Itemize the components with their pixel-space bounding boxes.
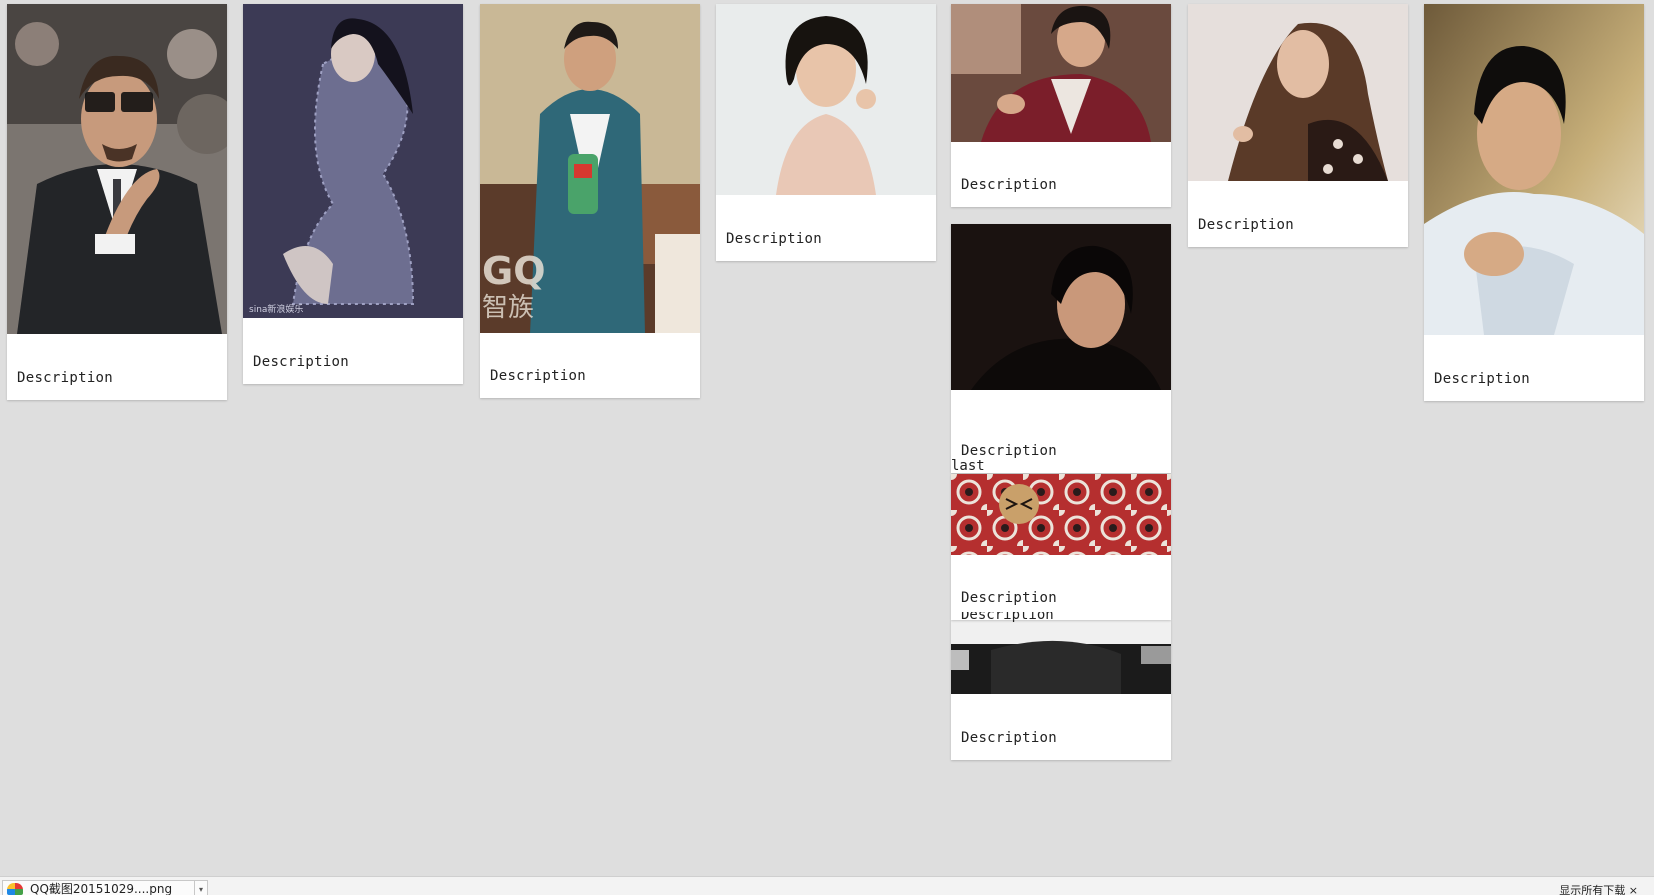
woman-short-hair-photo [716, 4, 936, 195]
card-caption: Description [490, 368, 587, 384]
gallery-card[interactable]: Description [951, 224, 1171, 473]
card-photo: GQ 智族 [480, 4, 700, 333]
gq-chinese-watermark: 智族 [482, 293, 534, 323]
card-caption: Description [961, 443, 1058, 459]
gallery-card[interactable]: Description [951, 4, 1171, 207]
card-caption: Description [961, 590, 1058, 606]
qq-screenshot-file-icon [7, 882, 23, 895]
overlapped-caption: Description [961, 612, 1054, 623]
card-photo [716, 4, 936, 195]
download-bar: QQ截图20151029....png ▾ 显示所有下载 × [0, 876, 1654, 895]
show-all-downloads-link[interactable]: 显示所有下载 × [1559, 882, 1638, 895]
dark-partial-photo [951, 620, 1171, 694]
gallery-page: Description sina新浪娱乐 Description GQ 智族 D… [0, 0, 1654, 895]
card-caption: Description [1198, 217, 1295, 233]
card-caption: Description [1434, 371, 1531, 387]
card-caption: Description [961, 177, 1058, 193]
card-caption: Description [726, 231, 823, 247]
card-caption: Description [961, 730, 1058, 746]
card-caption: Description [253, 354, 350, 370]
card-photo [1188, 4, 1408, 181]
woman-lace-dress-photo: sina新浪娱乐 [243, 4, 463, 318]
gallery-card[interactable]: Description [716, 4, 936, 261]
gallery-card[interactable]: Description [7, 4, 227, 400]
gallery-card[interactable]: Description [951, 620, 1171, 760]
card-photo [951, 620, 1171, 694]
card-photo [951, 224, 1171, 390]
card-photo [951, 4, 1171, 142]
man-white-shirt-photo [1424, 4, 1644, 335]
download-filename: QQ截图20151029....png [30, 882, 173, 895]
gallery-card[interactable]: Description [1188, 4, 1408, 247]
last-label: last [951, 458, 985, 474]
card-caption: Description [17, 370, 114, 386]
man-teal-coat-photo: GQ 智族 [480, 4, 700, 333]
card-photo [7, 4, 227, 334]
sina-watermark: sina新浪娱乐 [249, 303, 303, 315]
woman-long-hair-photo [1188, 4, 1408, 181]
tiger-pattern-fabric-photo [951, 474, 1171, 555]
download-item[interactable]: QQ截图20151029....png ▾ [2, 880, 208, 895]
card-photo: sina新浪娱乐 [243, 4, 463, 318]
chevron-down-icon[interactable]: ▾ [194, 881, 207, 895]
man-red-jacket-photo [951, 4, 1171, 142]
man-dark-background-photo [951, 224, 1171, 390]
gq-watermark: GQ [482, 249, 546, 293]
card-photo [1424, 4, 1644, 335]
gallery-card[interactable]: Description [1424, 4, 1644, 401]
man-in-suit-photo [7, 4, 227, 334]
gallery-card[interactable]: Description [951, 474, 1171, 620]
gallery-card[interactable]: sina新浪娱乐 Description [243, 4, 463, 384]
gallery-card[interactable]: GQ 智族 Description [480, 4, 700, 398]
card-photo [951, 474, 1171, 555]
